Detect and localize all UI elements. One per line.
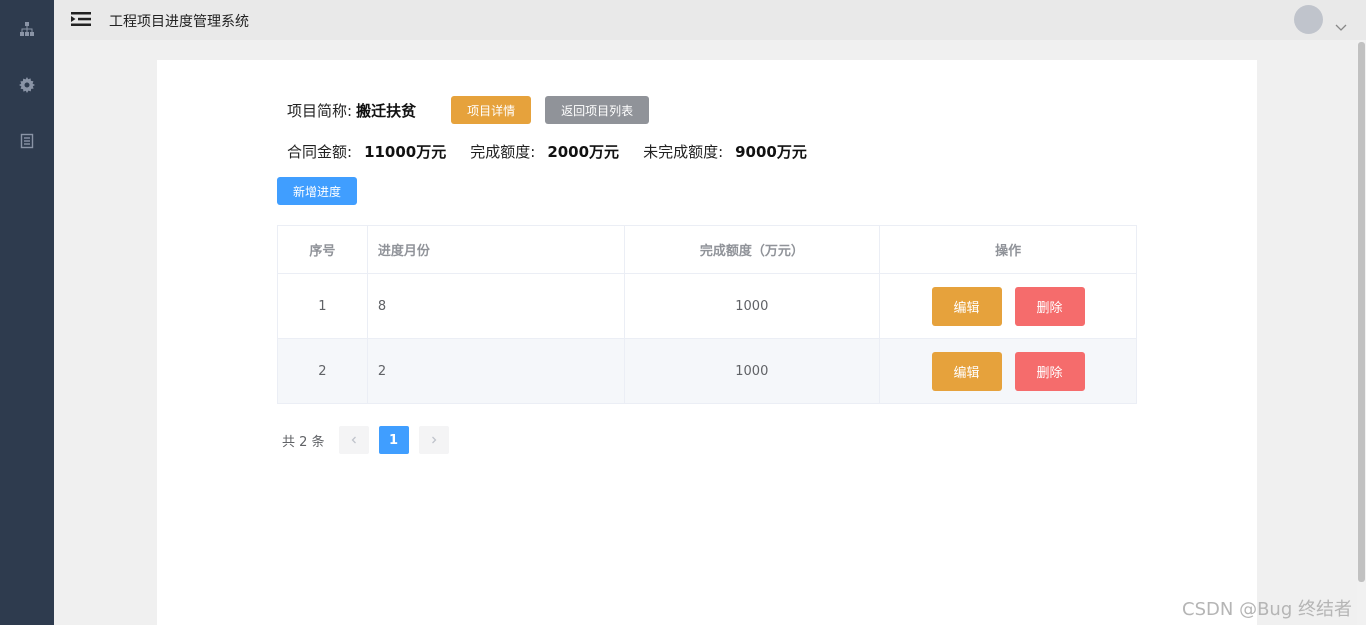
progress-table: 序号 进度月份 完成额度（万元） 操作 1 8 1000 编辑 删除 2 2 1…: [277, 225, 1137, 404]
cell-month: 2: [366, 338, 625, 404]
chevron-left-icon: [351, 436, 356, 444]
project-name-value: 搬迁扶贫: [356, 101, 417, 120]
cell-month: 8: [366, 273, 625, 339]
header-month: 进度月份: [366, 225, 625, 274]
remaining-amount-value: 9000万元: [735, 142, 807, 161]
pagination-total: 共 2 条: [282, 434, 325, 450]
cell-index: 1: [277, 273, 368, 339]
project-name-row: 项目简称: 搬迁扶贫 项目详情 返回项目列表: [287, 96, 650, 124]
cell-amount: 1000: [623, 338, 881, 404]
table-row: 1 8 1000 编辑 删除: [277, 273, 1137, 339]
cell-index: 2: [277, 338, 368, 404]
edit-button[interactable]: 编辑: [931, 286, 1002, 326]
header-index: 序号: [277, 225, 368, 274]
avatar[interactable]: [1294, 5, 1323, 34]
chevron-down-icon[interactable]: [1334, 18, 1348, 31]
scrollbar-thumb[interactable]: [1358, 42, 1365, 582]
top-header: 工程项目进度管理系统: [54, 0, 1366, 40]
page-number-current[interactable]: 1: [378, 426, 409, 454]
sitemap-icon[interactable]: [17, 19, 37, 39]
cell-actions: 编辑 删除: [879, 273, 1137, 339]
content-card: 项目简称: 搬迁扶贫 项目详情 返回项目列表 合同金额: 11000万元 完成额…: [157, 60, 1257, 625]
add-progress-button[interactable]: 新增进度: [277, 177, 357, 205]
back-to-list-button[interactable]: 返回项目列表: [545, 96, 650, 124]
delete-button[interactable]: 删除: [1014, 351, 1085, 391]
chevron-right-icon: [431, 436, 436, 444]
pagination: 共 2 条 1: [282, 426, 449, 454]
contract-amount-value: 11000万元: [364, 142, 447, 161]
menu-toggle-icon[interactable]: [71, 11, 91, 27]
table-row: 2 2 1000 编辑 删除: [277, 338, 1137, 404]
prev-page-button[interactable]: [338, 426, 369, 454]
app-title: 工程项目进度管理系统: [109, 14, 249, 30]
project-name-label: 项目简称:: [287, 101, 353, 120]
table-header-row: 序号 进度月份 完成额度（万元） 操作: [277, 225, 1137, 274]
header-amount: 完成额度（万元）: [623, 225, 881, 274]
contract-amount-label: 合同金额:: [287, 142, 353, 161]
completed-amount-value: 2000万元: [547, 142, 620, 161]
project-detail-button[interactable]: 项目详情: [451, 96, 532, 124]
sidebar: [0, 0, 54, 625]
next-page-button[interactable]: [418, 426, 449, 454]
gear-icon[interactable]: [17, 75, 37, 95]
cell-actions: 编辑 删除: [879, 338, 1137, 404]
amount-summary-row: 合同金额: 11000万元 完成额度: 2000万元 未完成额度: 9000万元: [287, 140, 807, 162]
completed-amount-label: 完成额度:: [470, 142, 536, 161]
delete-button[interactable]: 删除: [1014, 286, 1085, 326]
document-icon[interactable]: [17, 131, 37, 151]
header-actions: 操作: [879, 225, 1137, 274]
cell-amount: 1000: [623, 273, 881, 339]
watermark: CSDN @Bug 终结者: [1182, 599, 1352, 620]
remaining-amount-label: 未完成额度:: [643, 142, 724, 161]
page-scrollbar[interactable]: [1357, 40, 1366, 625]
edit-button[interactable]: 编辑: [931, 351, 1002, 391]
